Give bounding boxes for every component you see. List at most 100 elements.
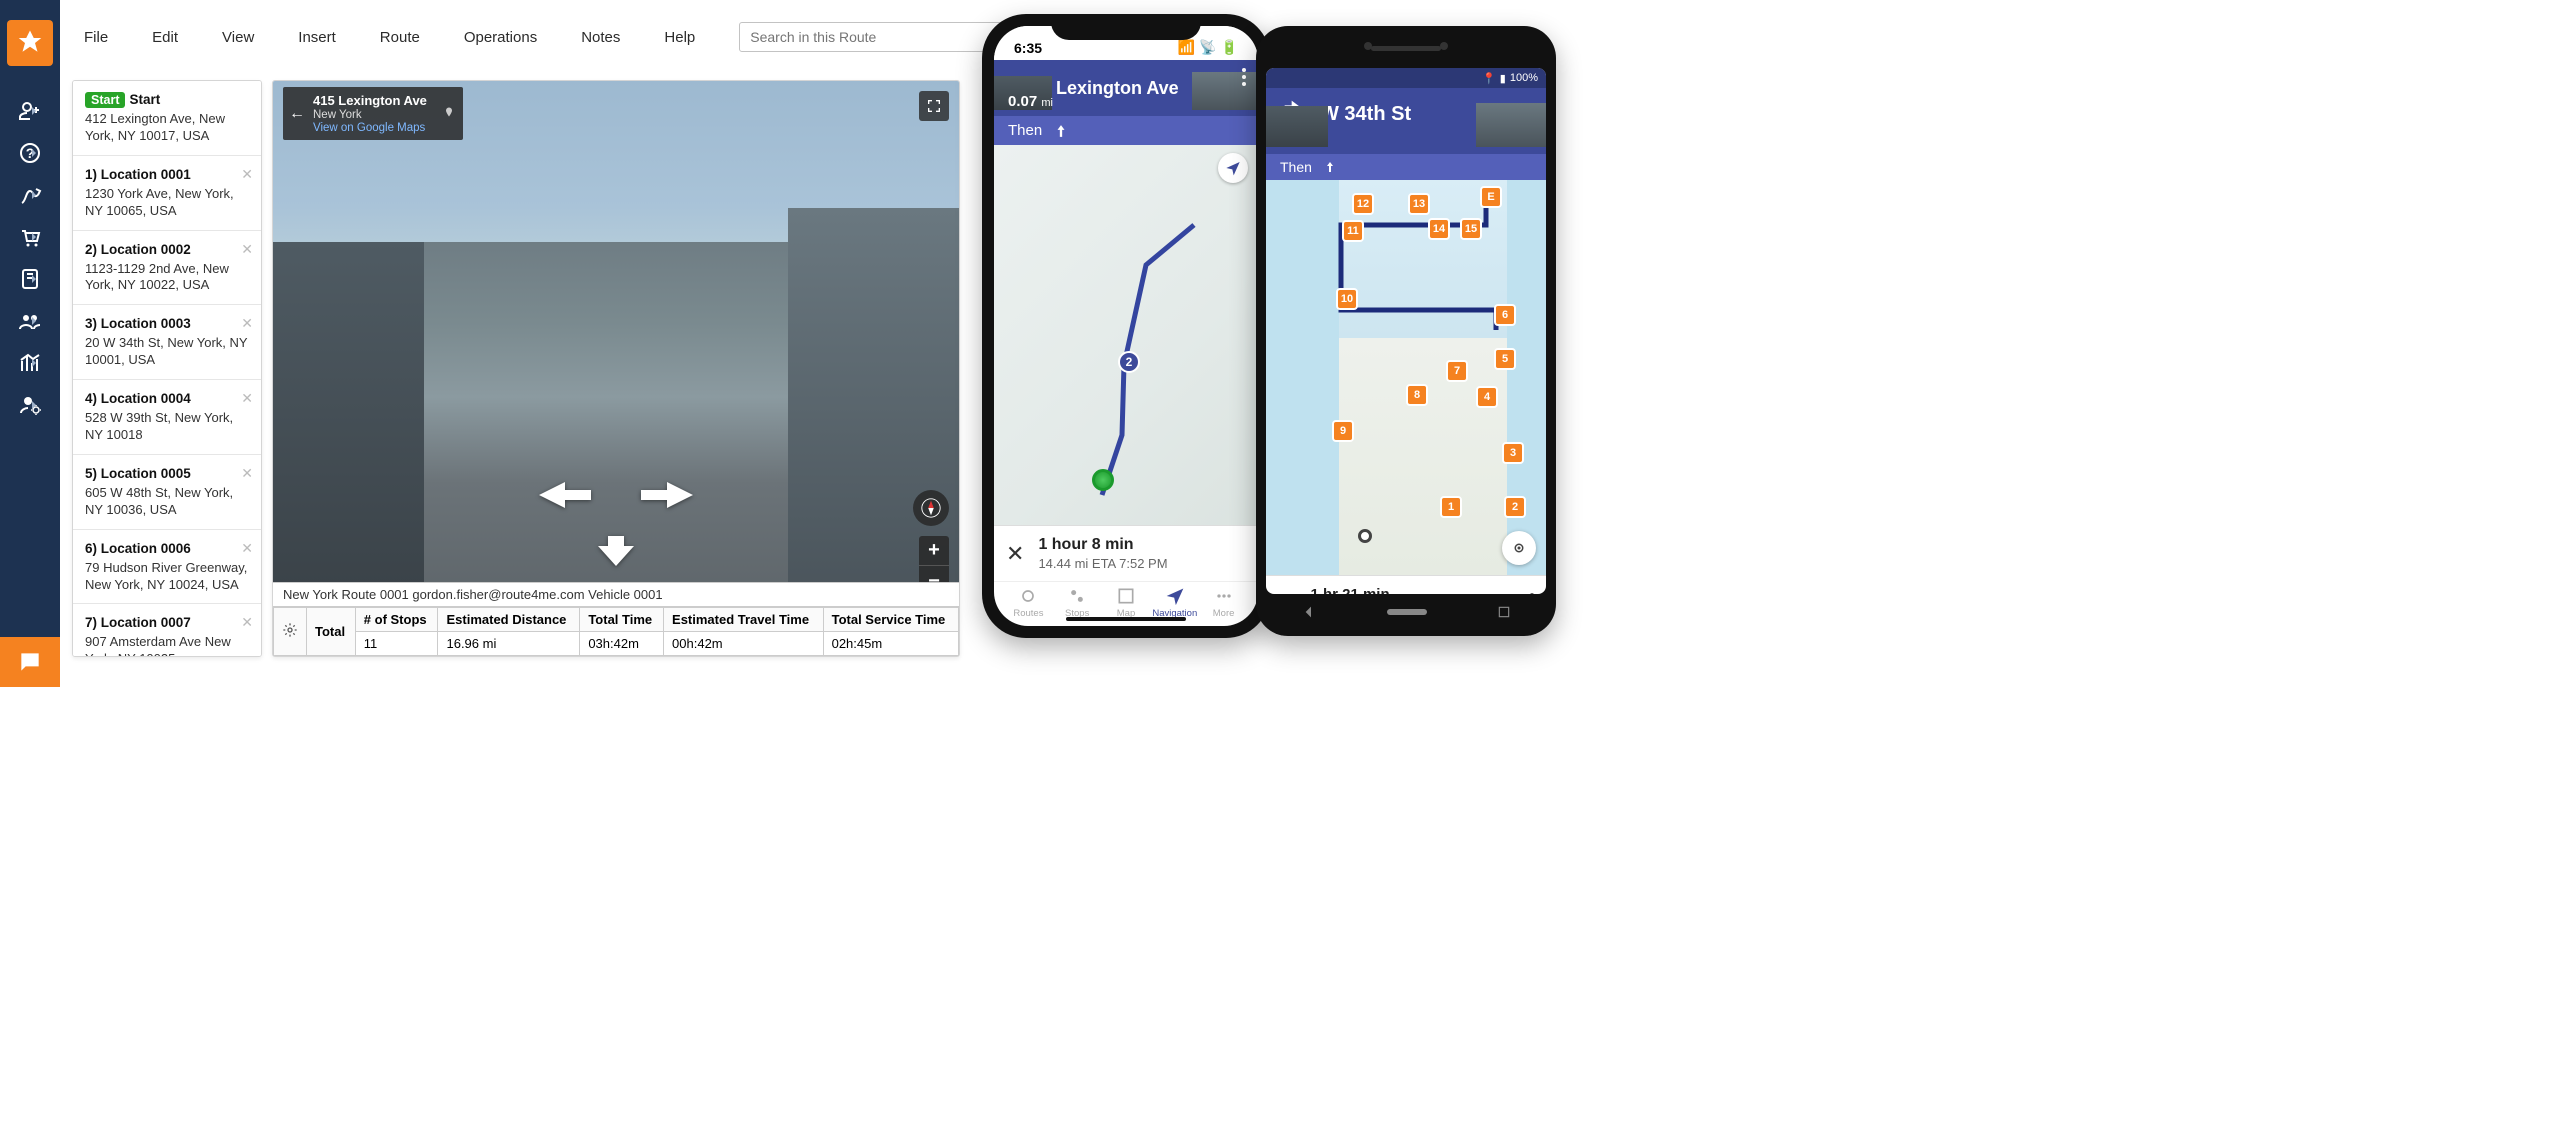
menu-view[interactable]: View — [222, 29, 254, 46]
android-then-bar: Then — [1266, 154, 1546, 180]
arrow-up-icon — [1054, 123, 1068, 139]
waypoint-marker[interactable]: 5 — [1494, 348, 1516, 370]
waypoint-marker[interactable]: E — [1480, 186, 1502, 208]
stop-item[interactable]: 5) Location 0005605 W 48th St, New York,… — [73, 455, 261, 530]
remove-stop-icon[interactable]: ✕ — [241, 241, 253, 258]
ios-home-indicator — [1066, 617, 1186, 621]
table-cell: 16.96 mi — [438, 632, 580, 656]
google-maps-link[interactable]: View on Google Maps — [313, 122, 427, 134]
ios-nav-distance: 0.07 mi — [1008, 93, 1053, 110]
top-menubar: File Edit View Insert Route Operations Notes He… — [60, 0, 960, 74]
table-cell: 11 — [355, 632, 438, 656]
remove-stop-icon[interactable]: ✕ — [241, 166, 253, 183]
help-icon[interactable]: ? — [18, 134, 42, 172]
menu-notes[interactable]: Notes — [581, 29, 620, 46]
current-location-marker — [1358, 529, 1372, 543]
left-icon-sidebar: ? — [0, 0, 60, 687]
waypoint-marker[interactable]: 7 — [1446, 360, 1468, 382]
route-summary-table: New York Route 0001 gordon.fisher@route4… — [273, 582, 959, 656]
remove-stop-icon[interactable]: ✕ — [241, 465, 253, 482]
kebab-menu-icon[interactable] — [1242, 68, 1246, 86]
waypoint-marker[interactable]: 8 — [1406, 384, 1428, 406]
waypoint-marker[interactable]: 10 — [1336, 288, 1358, 310]
streetview-image[interactable] — [273, 81, 959, 656]
waypoint-marker[interactable]: 14 — [1428, 218, 1450, 240]
menu-route[interactable]: Route — [380, 29, 420, 46]
add-user-icon[interactable] — [18, 92, 42, 130]
table-header: Total Service Time — [823, 608, 958, 632]
street-arrow-right[interactable] — [641, 482, 693, 508]
iphone-mock: 6:35 📶 📡 🔋 Lexington Ave 0.07 mi Then 2 … — [982, 14, 1270, 638]
team-icon[interactable] — [18, 302, 42, 340]
street-arrow-left[interactable] — [539, 482, 591, 508]
table-header: Estimated Travel Time — [664, 608, 824, 632]
close-icon[interactable]: ✕ — [1006, 541, 1024, 567]
menu-help[interactable]: Help — [664, 29, 695, 46]
remove-stop-icon[interactable]: ✕ — [241, 315, 253, 332]
kebab-menu-icon[interactable] — [1530, 593, 1534, 594]
stop-item[interactable]: 1) Location 00011230 York Ave, New York,… — [73, 156, 261, 231]
back-key[interactable] — [1301, 604, 1317, 620]
remove-stop-icon[interactable]: ✕ — [241, 390, 253, 407]
fullscreen-button[interactable] — [919, 91, 949, 121]
recents-key[interactable] — [1497, 605, 1511, 619]
pin-icon — [443, 104, 455, 123]
waypoint-marker[interactable]: 2 — [1504, 496, 1526, 518]
app-logo[interactable] — [7, 20, 53, 66]
locate-me-button[interactable] — [1502, 531, 1536, 565]
tab-navigation[interactable]: Navigation — [1150, 586, 1199, 619]
ios-start-marker — [1092, 469, 1114, 491]
waypoint-marker[interactable]: 15 — [1460, 218, 1482, 240]
stop-item[interactable]: 6) Location 000679 Hudson River Greenway… — [73, 530, 261, 605]
stop-item[interactable]: 7) Location 0007907 Amsterdam Ave New Yo… — [73, 604, 261, 657]
stops-panel[interactable]: StartStart412 Lexington Ave, New York, N… — [72, 80, 262, 657]
stop-item[interactable]: 4) Location 0004528 W 39th St, New York,… — [73, 380, 261, 455]
android-summary-title: 1 hr 21 min — [1310, 586, 1429, 594]
remove-stop-icon[interactable]: ✕ — [241, 614, 253, 631]
back-arrow-icon[interactable]: ← — [289, 105, 305, 123]
close-icon[interactable]: ✕ — [1278, 589, 1296, 594]
stop-item[interactable]: 3) Location 000320 W 34th St, New York, … — [73, 305, 261, 380]
tab-routes[interactable]: Routes — [1004, 586, 1053, 619]
waypoint-marker[interactable]: 3 — [1502, 442, 1524, 464]
cart-icon[interactable] — [18, 218, 42, 256]
ios-status-icons: 📶 📡 🔋 — [1178, 39, 1238, 56]
waypoint-marker[interactable]: 9 — [1332, 420, 1354, 442]
ios-map[interactable]: 2 — [994, 145, 1258, 525]
waypoint-marker[interactable]: 4 — [1476, 386, 1498, 408]
stop-item[interactable]: 2) Location 00021123-1129 2nd Ave, New Y… — [73, 231, 261, 306]
waypoint-marker[interactable]: 1 — [1440, 496, 1462, 518]
android-map[interactable]: 1213E11141510697584312 — [1266, 180, 1546, 575]
analytics-icon[interactable] — [18, 344, 42, 382]
battery-pct: 100% — [1510, 72, 1538, 84]
waypoint-marker[interactable]: 6 — [1494, 304, 1516, 326]
street-arrow-down[interactable] — [598, 536, 634, 566]
menu-edit[interactable]: Edit — [152, 29, 178, 46]
trends-icon[interactable] — [18, 176, 42, 214]
menu-file[interactable]: File — [84, 29, 108, 46]
compass-icon[interactable] — [913, 490, 949, 526]
menu-operations[interactable]: Operations — [464, 29, 537, 46]
route-caption: New York Route 0001 gordon.fisher@route4… — [273, 583, 959, 607]
remove-stop-icon[interactable]: ✕ — [241, 540, 253, 557]
waypoint-marker[interactable]: 12 — [1352, 193, 1374, 215]
menu-insert[interactable]: Insert — [298, 29, 336, 46]
location-icon: 📍 — [1482, 72, 1496, 85]
home-key[interactable] — [1387, 609, 1427, 615]
tab-more[interactable]: More — [1199, 586, 1248, 619]
streetview-panel: ← 415 Lexington Ave New York View on Goo… — [272, 80, 960, 657]
table-cell: 02h:45m — [823, 632, 958, 656]
tab-map[interactable]: Map — [1102, 586, 1151, 619]
ios-then-bar: Then — [994, 116, 1258, 145]
user-settings-icon[interactable] — [18, 386, 42, 424]
waypoint-marker[interactable]: 11 — [1342, 220, 1364, 242]
zoom-in-button[interactable]: + — [919, 536, 949, 566]
ios-summary-sub: 14.44 mi ETA 7:52 PM — [1038, 556, 1167, 571]
gear-icon[interactable] — [274, 608, 307, 656]
addressbook-icon[interactable] — [18, 260, 42, 298]
chat-support-button[interactable] — [0, 637, 60, 687]
stop-item[interactable]: StartStart412 Lexington Ave, New York, N… — [73, 81, 261, 156]
ios-stop-marker[interactable]: 2 — [1118, 351, 1140, 373]
tab-stops[interactable]: Stops — [1053, 586, 1102, 619]
waypoint-marker[interactable]: 13 — [1408, 193, 1430, 215]
